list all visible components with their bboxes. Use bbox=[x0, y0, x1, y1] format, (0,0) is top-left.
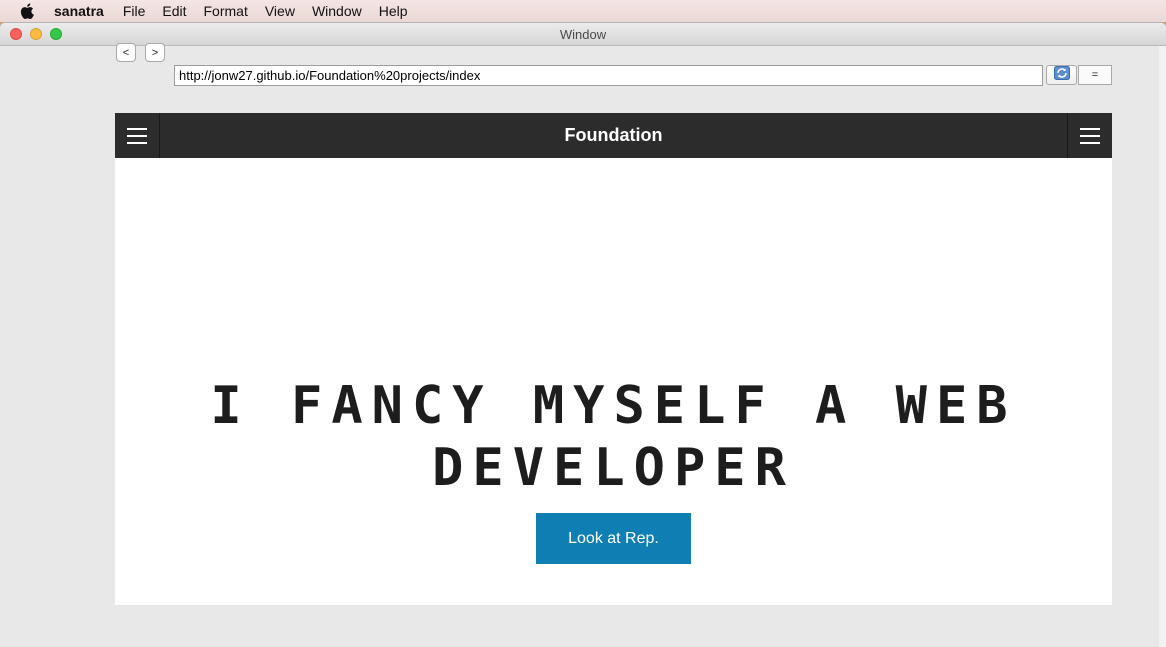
menu-help[interactable]: Help bbox=[379, 3, 408, 19]
site-brand[interactable]: Foundation bbox=[160, 113, 1067, 158]
window-title: Window bbox=[559, 26, 607, 42]
refresh-button[interactable] bbox=[1046, 65, 1077, 85]
menu-window[interactable]: Window bbox=[312, 3, 362, 19]
apple-icon[interactable] bbox=[20, 3, 36, 19]
window-scroll-strip[interactable] bbox=[1159, 46, 1166, 647]
url-input[interactable]: http://jonw27.github.io/Foundation%20pro… bbox=[174, 65, 1043, 86]
minimize-window-button[interactable] bbox=[30, 28, 42, 40]
browser-menu-button[interactable]: = bbox=[1078, 65, 1112, 85]
app-name-menu[interactable]: sanatra bbox=[54, 3, 104, 19]
menu-edit[interactable]: Edit bbox=[162, 3, 186, 19]
window-titlebar[interactable]: Window bbox=[0, 23, 1166, 46]
hamburger-icon bbox=[127, 127, 147, 144]
forward-button[interactable]: > bbox=[145, 43, 165, 62]
traffic-lights bbox=[10, 28, 62, 40]
web-page: Foundation I FANCY MYSELF A WEB DEVELOPE… bbox=[115, 113, 1112, 605]
site-top-bar: Foundation bbox=[115, 113, 1112, 158]
back-button[interactable]: < bbox=[116, 43, 136, 62]
menu-file[interactable]: File bbox=[123, 3, 146, 19]
hamburger-icon bbox=[1080, 127, 1100, 144]
close-window-button[interactable] bbox=[10, 28, 22, 40]
right-menu-toggle[interactable] bbox=[1067, 113, 1112, 158]
menu-format[interactable]: Format bbox=[204, 3, 248, 19]
macos-menu-bar: sanatra File Edit Format View Window Hel… bbox=[0, 0, 1166, 22]
look-at-rep-button[interactable]: Look at Rep. bbox=[536, 513, 691, 564]
left-menu-toggle[interactable] bbox=[115, 113, 160, 158]
menu-view[interactable]: View bbox=[265, 3, 295, 19]
hero-heading: I FANCY MYSELF A WEB DEVELOPER bbox=[210, 376, 1017, 498]
refresh-icon bbox=[1053, 65, 1070, 85]
zoom-window-button[interactable] bbox=[50, 28, 62, 40]
